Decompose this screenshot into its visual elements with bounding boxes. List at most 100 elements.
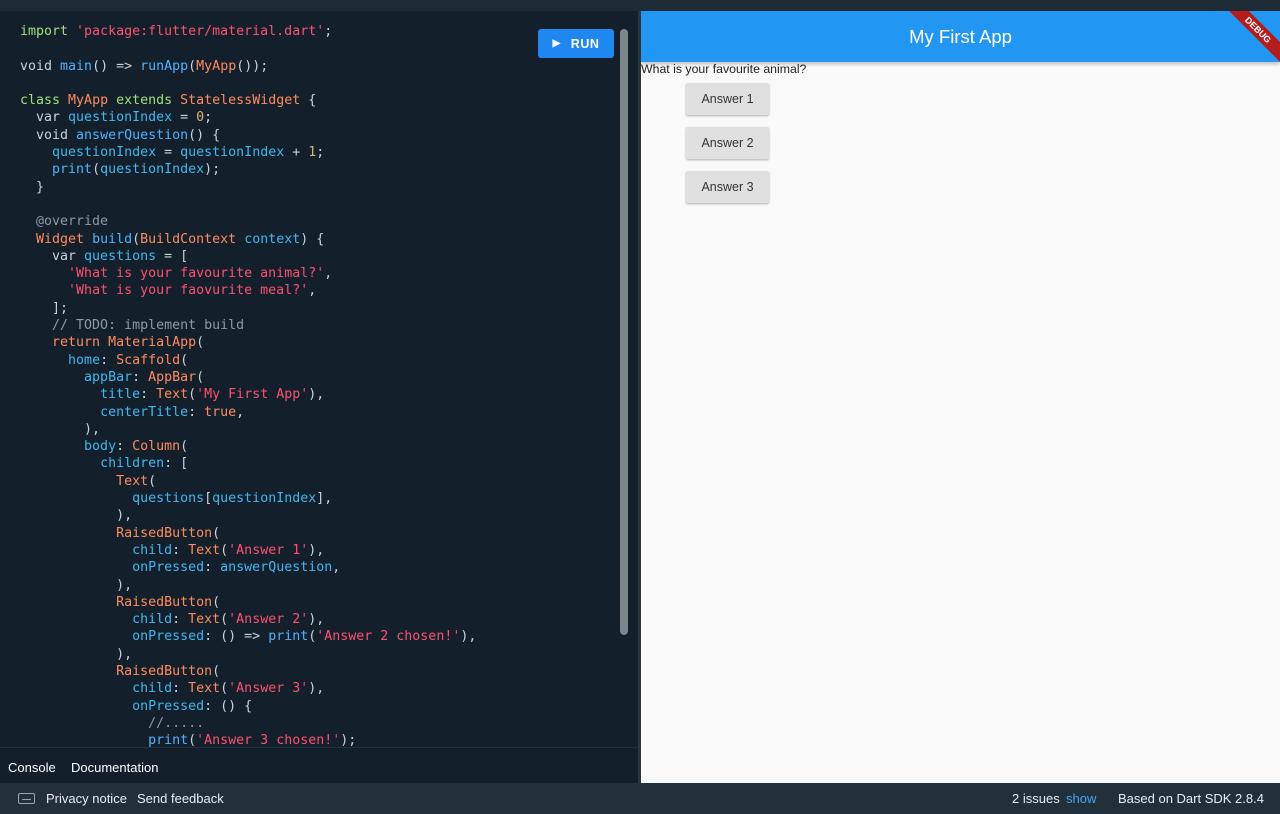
code-token: ( [180,352,189,368]
code-token: questions [84,248,157,264]
code-line: ]; [20,300,476,317]
code-token: : [204,560,221,576]
code-token: ( [212,663,221,679]
keyboard-icon[interactable] [18,793,35,804]
code-token: : () => [204,629,269,645]
code-line: print(questionIndex); [20,161,476,178]
code-token: Text [156,387,189,403]
code-token: class [20,93,69,109]
code-token: // TODO: implement build [20,318,245,334]
code-line: RaisedButton( [20,525,476,542]
question-text: What is your favourite animal? [641,62,807,76]
code-token: ; [204,110,213,126]
code-token: 'package:flutter/material.dart' [76,24,325,39]
code-line: appBar: AppBar( [20,369,476,386]
code-token: [ [204,491,213,507]
code-token: ), [308,387,325,403]
code-token: MaterialApp [108,335,197,351]
code-token: MyApp [68,93,117,109]
code-line: home: Scaffold( [20,352,476,369]
editor-scrollbar[interactable] [620,29,628,635]
code-token: : [172,612,189,628]
code-line: void main() => runApp(MyApp()); [20,58,476,75]
code-token: questionIndex [180,145,285,161]
code-token: Scaffold [116,352,181,368]
play-icon: ▶ [552,38,561,49]
code-token: ), [308,542,325,558]
show-issues-link[interactable]: show [1066,791,1096,806]
status-bar: Privacy notice Send feedback 2 issues sh… [0,783,1280,814]
code-token: ( [92,162,101,178]
top-bar [0,0,1280,11]
code-token: , [308,283,317,299]
code-line: onPressed: answerQuestion, [20,559,476,576]
code-line: child: Text('Answer 1'), [20,542,476,559]
code-line: void answerQuestion() { [20,127,476,144]
code-token: answerQuestion [76,127,189,143]
code-token: ; [316,145,325,161]
code-token: RaisedButton [116,594,213,610]
tab-documentation[interactable]: Documentation [71,760,158,775]
send-feedback-link[interactable]: Send feedback [137,791,224,806]
code-token: Widget [36,231,93,247]
code-token: = [172,110,197,126]
code-line: centerTitle: true, [20,404,476,421]
answer-2-button[interactable]: Answer 2 [686,127,769,159]
code-token: Text [188,681,221,697]
code-token: 'My First App' [196,387,309,403]
code-token: ); [204,162,221,178]
code-token: child [132,542,173,558]
code-token: //..... [20,715,205,731]
code-text[interactable]: import 'package:flutter/material.dart'; … [20,23,476,747]
code-token: ( [188,733,197,747]
code-token: ), [460,629,477,645]
code-token: onPressed [132,629,205,645]
code-token: , [236,404,245,420]
code-token: print [148,733,189,747]
code-line: var questions = [ [20,248,476,265]
code-token: questionIndex [212,491,317,507]
code-token: ), [308,612,325,628]
code-token: questionIndex [52,145,157,161]
code-token: main [60,58,93,74]
code-token: 'Answer 2 chosen!' [316,629,461,645]
code-token: import [20,24,77,39]
code-token: print [268,629,309,645]
run-button[interactable]: ▶ RUN [538,29,614,58]
code-token: ), [20,577,133,593]
code-line: class MyApp extends StatelessWidget { [20,92,476,109]
code-token: true [204,404,237,420]
code-token: : [172,681,189,697]
code-token: AppBar [148,369,197,385]
code-line: 'What is your favourite animal?', [20,265,476,282]
answer-3-button[interactable]: Answer 3 [686,171,769,203]
code-token: StatelessWidget [180,93,301,109]
tab-console[interactable]: Console [8,760,56,775]
code-token: var [20,110,69,126]
sdk-version: Based on Dart SDK 2.8.4 [1118,791,1264,806]
privacy-notice-link[interactable]: Privacy notice [46,791,127,806]
code-editor[interactable]: import 'package:flutter/material.dart'; … [0,11,638,747]
app-preview: My First App DEBUG What is your favourit… [641,11,1280,783]
code-line: ), [20,421,476,438]
code-token: var [20,248,85,264]
answer-1-button[interactable]: Answer 1 [686,83,769,115]
code-token: ()); [236,58,269,74]
code-token: BuildContext [140,231,245,247]
code-token: = [156,145,181,161]
